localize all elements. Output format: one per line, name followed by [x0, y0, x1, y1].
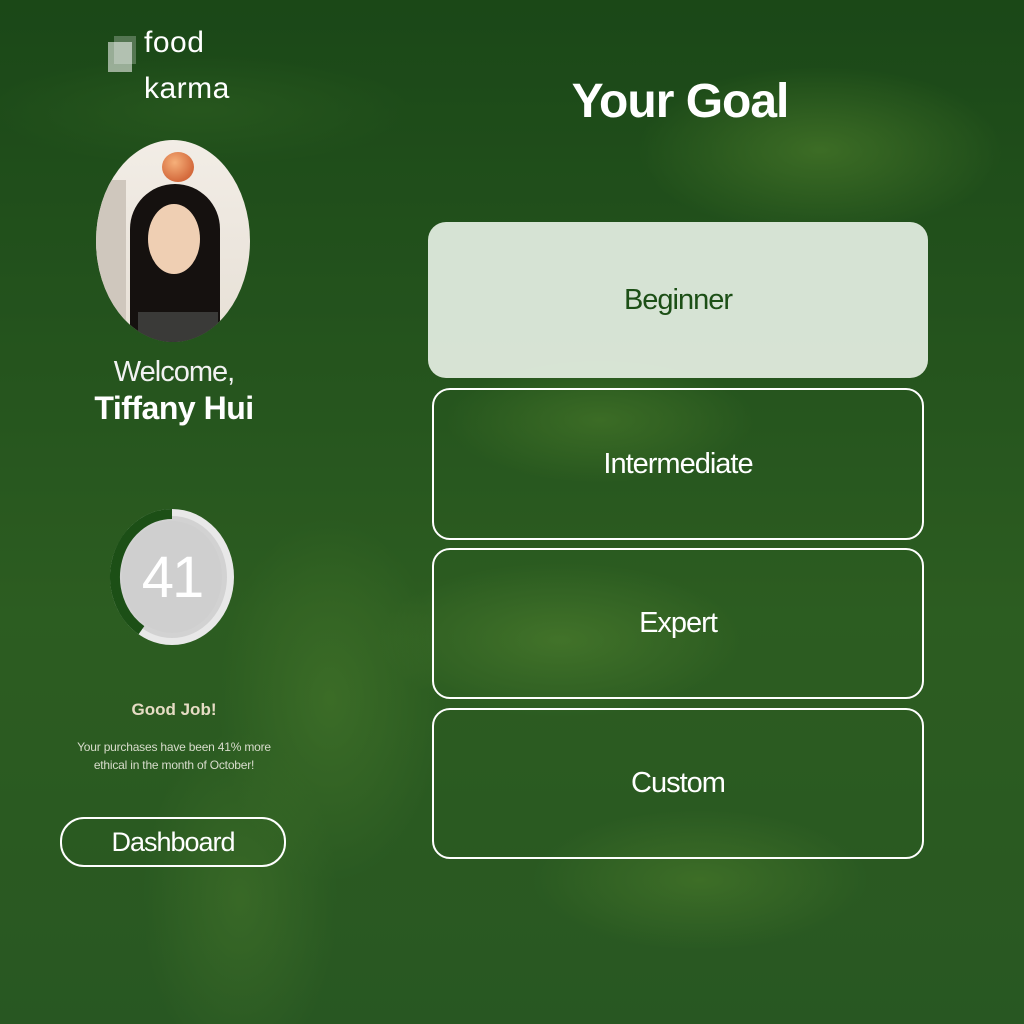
brand-line-2: karma — [144, 72, 230, 105]
food-karma-logo-icon — [108, 36, 138, 82]
welcome-text: Welcome, — [113, 356, 235, 388]
dashboard-button[interactable]: Dashboard — [60, 817, 286, 867]
goal-option-expert[interactable]: Expert — [432, 548, 924, 699]
brand-name: food karma — [144, 20, 230, 112]
brand-logo[interactable]: food karma — [108, 20, 230, 112]
apple-icon — [162, 152, 194, 182]
score-ring: 41 — [108, 507, 236, 647]
avatar[interactable] — [96, 140, 250, 342]
goal-option-beginner[interactable]: Beginner — [428, 222, 928, 378]
page-title: Your Goal — [571, 75, 790, 128]
score-value: 41 — [141, 544, 205, 610]
feedback-message: Your purchases have been 41% more ethica… — [77, 740, 271, 772]
goal-option-custom[interactable]: Custom — [432, 708, 924, 859]
goal-option-intermediate[interactable]: Intermediate — [432, 388, 924, 540]
feedback-headline: Good Job! — [131, 700, 217, 719]
brand-line-1: food — [144, 26, 205, 59]
user-name: Tiffany Hui — [94, 390, 254, 426]
